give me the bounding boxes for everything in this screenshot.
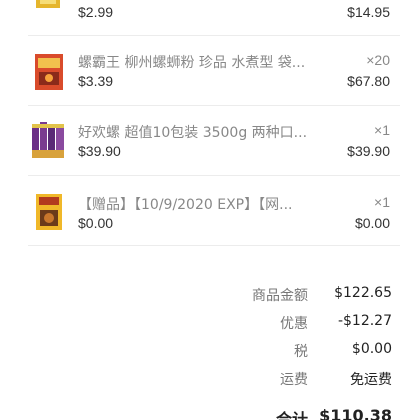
tax-row: 税 $0.00 [132, 341, 392, 363]
quantity: ×1 [374, 194, 390, 210]
grand-total-label: 合计 [275, 410, 308, 420]
discount-value: -$12.27 [337, 313, 392, 329]
product-thumbnail [36, 0, 60, 8]
list-item[interactable]: $2.99 $14.95 [28, 0, 400, 36]
product-thumbnail [35, 54, 63, 90]
subtotal-row: 商品金额 $122.65 [132, 285, 392, 307]
discount-label: 优惠 [280, 316, 308, 332]
unit-price: $0.00 [78, 215, 114, 231]
shipping-value: 免运费 [350, 372, 392, 388]
tax-label: 税 [294, 344, 308, 360]
quantity: ×1 [374, 122, 390, 138]
subtotal-label: 商品金额 [252, 288, 308, 304]
unit-price: $3.39 [78, 73, 114, 89]
tax-value: $0.00 [351, 341, 392, 357]
unit-price: $2.99 [78, 4, 114, 20]
line-total: $67.80 [347, 73, 390, 89]
subtotal-value: $122.65 [334, 285, 392, 301]
discount-row: 优惠 -$12.27 [132, 313, 392, 335]
unit-price: $39.90 [78, 143, 121, 159]
line-total: $0.00 [354, 215, 390, 231]
quantity: ×20 [366, 52, 390, 68]
list-item[interactable]: 螺霸王 柳州螺蛳粉 珍品 水煮型 袋... ×20 $3.39 $67.80 [28, 36, 400, 106]
line-total: $39.90 [347, 143, 390, 159]
shipping-row: 运费 免运费 [132, 369, 392, 391]
shipping-label: 运费 [280, 372, 308, 388]
grand-total-value: $110.38 [319, 406, 392, 420]
product-thumbnail [36, 194, 62, 230]
product-name[interactable]: 好欢螺 超值10包装 3500g 两种口... [78, 122, 318, 142]
grand-total-row: 合计 $110.38 [132, 406, 392, 420]
product-name[interactable]: 【赠品】【10/9/2020 EXP】【网... [78, 194, 318, 214]
product-name[interactable]: 螺霸王 柳州螺蛳粉 珍品 水煮型 袋... [78, 52, 318, 72]
list-item[interactable]: 【赠品】【10/9/2020 EXP】【网... ×1 $0.00 $0.00 [28, 176, 400, 246]
product-thumbnail [32, 122, 64, 158]
line-total: $14.95 [347, 4, 390, 20]
list-item[interactable]: 好欢螺 超值10包装 3500g 两种口... ×1 $39.90 $39.90 [28, 106, 400, 176]
